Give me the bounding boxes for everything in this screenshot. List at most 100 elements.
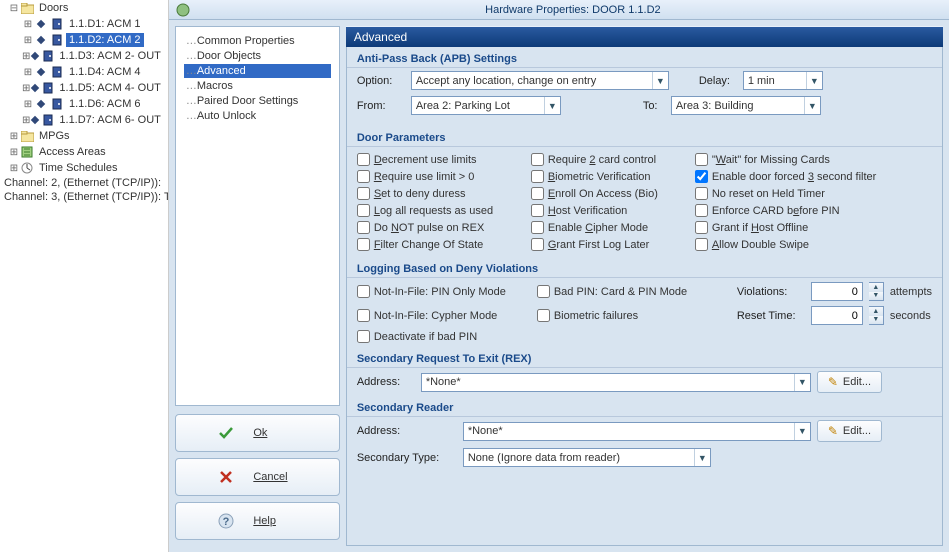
checkbox-input[interactable] [695, 170, 708, 183]
checkbox-input[interactable] [531, 153, 544, 166]
expand-icon[interactable]: ⊞ [8, 147, 20, 158]
tree-node-mpgs[interactable]: ⊞MPGs [2, 128, 166, 144]
checkbox-input[interactable] [695, 221, 708, 234]
checkbox-require-use-limit-0[interactable]: Require use limit > 0 [357, 170, 527, 183]
checkbox-input[interactable] [537, 285, 550, 298]
checkbox-enable-door-forced-3-second-[interactable]: Enable door forced 3 second filter [695, 170, 895, 183]
checkbox-input[interactable] [357, 221, 370, 234]
tree-node-doors[interactable]: ⊟ Doors [2, 0, 166, 16]
checkbox-input[interactable] [531, 221, 544, 234]
expand-icon[interactable]: ⊞ [22, 115, 30, 126]
violations-input[interactable] [811, 282, 863, 301]
checkbox-input[interactable] [695, 238, 708, 251]
tree-node-door[interactable]: ⊞1.1.D2: ACM 2 [2, 32, 166, 48]
reader-address-combo[interactable]: *None*▼ [463, 422, 811, 441]
nav-item-macros[interactable]: Macros [184, 79, 331, 93]
checkbox-log-all-requests-as-used[interactable]: Log all requests as used [357, 204, 527, 217]
checkbox-label: Enroll On Access (Bio) [548, 188, 658, 200]
check-icon [217, 424, 235, 442]
checkbox-not-in-file-cypher-mode[interactable]: Not-In-File: Cypher Mode [357, 309, 537, 322]
checkbox-filter-change-of-state[interactable]: Filter Change Of State [357, 238, 527, 251]
rex-edit-button[interactable]: ✎Edit... [817, 371, 882, 393]
reader-type-combo[interactable]: None (Ignore data from reader)▼ [463, 448, 711, 467]
reset-time-input[interactable] [811, 306, 863, 325]
rex-title: Secondary Request To Exit (REX) [347, 347, 942, 368]
checkbox-no-reset-on-held-timer[interactable]: No reset on Held Timer [695, 187, 895, 200]
checkbox-input[interactable] [357, 309, 370, 322]
checkbox-grant-first-log-later[interactable]: Grant First Log Later [531, 238, 691, 251]
checkbox-enforce-card-before-pin[interactable]: Enforce CARD before PIN [695, 204, 895, 217]
tree-node-door[interactable]: ⊞1.1.D5: ACM 4- OUT [2, 80, 166, 96]
expand-icon[interactable]: ⊞ [22, 19, 34, 30]
right-panel: Hardware Properties: DOOR 1.1.D2 Common … [169, 0, 949, 552]
checkbox-input[interactable] [537, 309, 550, 322]
checkbox-bad-pin-card-pin-mode[interactable]: Bad PIN: Card & PIN Mode [537, 285, 737, 298]
nav-item-common-properties[interactable]: Common Properties [184, 34, 331, 48]
checkbox-do-not-pulse-on-rex[interactable]: Do NOT pulse on REX [357, 221, 527, 234]
checkbox-input[interactable] [357, 170, 370, 183]
reset-time-label: Reset Time: [737, 310, 805, 322]
checkbox-input[interactable] [531, 238, 544, 251]
apb-from-combo[interactable]: Area 2: Parking Lot▼ [411, 96, 561, 115]
checkbox-biometric-verification[interactable]: Biometric Verification [531, 170, 691, 183]
checkbox-input[interactable] [695, 153, 708, 166]
apb-to-combo[interactable]: Area 3: Building▼ [671, 96, 821, 115]
ok-button[interactable]: Ok [175, 414, 340, 452]
checkbox-not-in-file-pin-only-mode[interactable]: Not-In-File: PIN Only Mode [357, 285, 537, 298]
nav-item-paired-door-settings[interactable]: Paired Door Settings [184, 94, 331, 108]
checkbox-input[interactable] [357, 238, 370, 251]
nav-item-door-objects[interactable]: Door Objects [184, 49, 331, 63]
expand-icon[interactable]: ⊞ [22, 35, 34, 46]
spin-down-icon[interactable]: ▼ [869, 316, 883, 325]
checkbox-deactivate-if-bad-pin[interactable]: Deactivate if bad PIN [357, 330, 537, 343]
nav-item-advanced[interactable]: Advanced [184, 64, 331, 78]
checkbox-allow-double-swipe[interactable]: Allow Double Swipe [695, 238, 895, 251]
apb-option-combo[interactable]: Accept any location, change on entry▼ [411, 71, 669, 90]
checkbox-input[interactable] [357, 285, 370, 298]
expand-icon[interactable]: ⊞ [22, 67, 34, 78]
expand-icon[interactable]: ⊞ [22, 51, 30, 62]
tree-node-door[interactable]: ⊞1.1.D4: ACM 4 [2, 64, 166, 80]
rex-address-combo[interactable]: *None*▼ [421, 373, 811, 392]
apb-delay-combo[interactable]: 1 min▼ [743, 71, 823, 90]
checkbox-enroll-on-access-bio-[interactable]: Enroll On Access (Bio) [531, 187, 691, 200]
spin-up-icon[interactable]: ▲ [869, 283, 883, 292]
reader-edit-button[interactable]: ✎Edit... [817, 420, 882, 442]
checkbox-biometric-failures[interactable]: Biometric failures [537, 309, 737, 322]
spin-down-icon[interactable]: ▼ [869, 292, 883, 301]
checkbox-input[interactable] [531, 204, 544, 217]
checkbox-set-to-deny-duress[interactable]: Set to deny duress [357, 187, 527, 200]
violations-spinner[interactable]: ▲▼ [869, 282, 884, 301]
expand-icon[interactable]: ⊞ [22, 83, 30, 94]
reset-time-spinner[interactable]: ▲▼ [869, 306, 884, 325]
checkbox-grant-if-host-offline[interactable]: Grant if Host Offline [695, 221, 895, 234]
checkbox-input[interactable] [531, 170, 544, 183]
checkbox-enable-cipher-mode[interactable]: Enable Cipher Mode [531, 221, 691, 234]
checkbox-require-2-card-control[interactable]: Require 2 card control [531, 153, 691, 166]
expand-icon[interactable]: ⊞ [8, 163, 20, 174]
expand-icon[interactable]: ⊞ [22, 99, 34, 110]
checkbox-input[interactable] [357, 330, 370, 343]
chevron-down-icon: ▼ [794, 423, 810, 440]
help-button[interactable]: ? Help [175, 502, 340, 540]
checkbox--wait-for-missing-cards[interactable]: "Wait" for Missing Cards [695, 153, 895, 166]
tree-node-time-schedules[interactable]: ⊞Time Schedules [2, 160, 166, 176]
tree-node-door[interactable]: ⊞1.1.D6: ACM 6 [2, 96, 166, 112]
checkbox-input[interactable] [357, 153, 370, 166]
checkbox-input[interactable] [695, 204, 708, 217]
tree-node-door[interactable]: ⊞1.1.D1: ACM 1 [2, 16, 166, 32]
collapse-icon[interactable]: ⊟ [8, 3, 20, 14]
expand-icon[interactable]: ⊞ [8, 131, 20, 142]
checkbox-input[interactable] [357, 187, 370, 200]
checkbox-input[interactable] [695, 187, 708, 200]
checkbox-input[interactable] [357, 204, 370, 217]
tree-node-door[interactable]: ⊞1.1.D3: ACM 2- OUT [2, 48, 166, 64]
tree-node-door[interactable]: ⊞1.1.D7: ACM 6- OUT [2, 112, 166, 128]
spin-up-icon[interactable]: ▲ [869, 307, 883, 316]
cancel-button[interactable]: Cancel [175, 458, 340, 496]
checkbox-input[interactable] [531, 187, 544, 200]
checkbox-host-verification[interactable]: Host Verification [531, 204, 691, 217]
nav-item-auto-unlock[interactable]: Auto Unlock [184, 109, 331, 123]
tree-node-access-areas[interactable]: ⊞Access Areas [2, 144, 166, 160]
checkbox-decrement-use-limits[interactable]: Decrement use limits [357, 153, 527, 166]
